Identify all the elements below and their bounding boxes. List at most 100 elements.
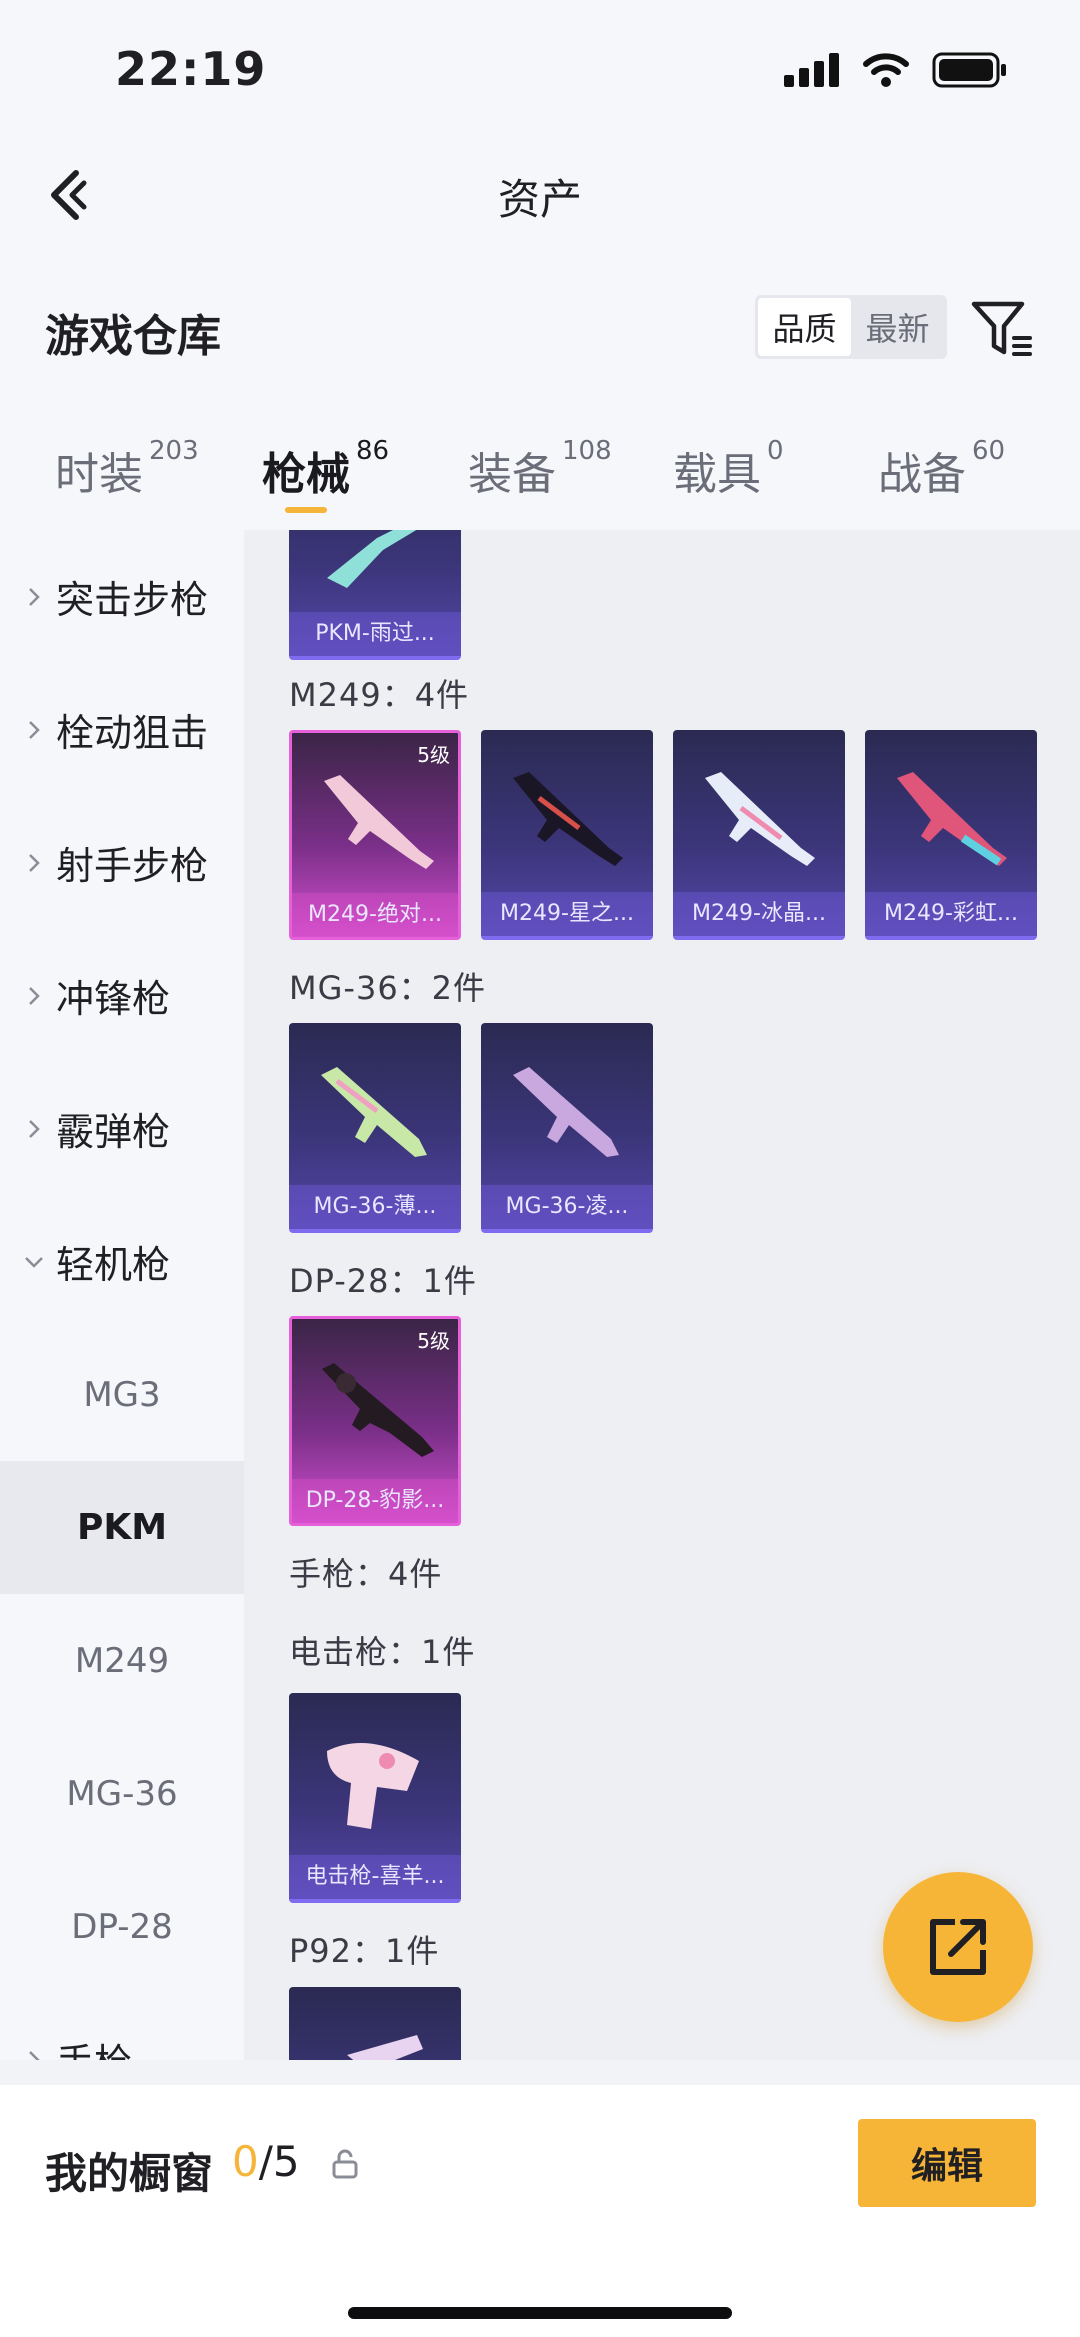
weapon-card-name: M249-冰晶...: [673, 892, 845, 936]
filter-button[interactable]: [970, 298, 1036, 360]
active-tab-indicator: [285, 507, 327, 513]
tab-label: 枪械: [262, 449, 350, 500]
share-icon: [930, 1919, 986, 1975]
warehouse-row: 游戏仓库 品质 最新: [0, 250, 1080, 400]
gun-image: [327, 530, 417, 588]
wifi-icon: [863, 53, 909, 87]
gun-image: [327, 1743, 419, 1829]
sidebar-item-bolt-sniper[interactable]: 栓动狙击: [0, 663, 244, 796]
weapon-category-sidebar: 突击步枪 栓动狙击 射手步枪 冲锋枪 霰弹枪 轻机枪 MG3 PKM M249 …: [0, 530, 244, 2060]
sidebar-subitem-dp28[interactable]: DP-28: [0, 1860, 244, 1993]
tab-firearms[interactable]: 枪械 86: [262, 436, 390, 502]
tab-fashion[interactable]: 时装 203: [55, 436, 199, 502]
tab-count: 203: [149, 436, 199, 466]
chevron-right-icon: [29, 587, 40, 606]
status-time: 22:19: [115, 42, 267, 96]
chevron-right-icon: [29, 720, 40, 739]
weapon-card-name: DP-28-豹影...: [292, 1479, 458, 1523]
section-title: 电击枪：1件: [289, 1633, 476, 1671]
header: 资产: [0, 140, 1080, 250]
weapon-card-name: 电击枪-喜羊...: [289, 1855, 461, 1899]
page-title: 资产: [497, 175, 582, 224]
chevron-right-icon: [29, 2050, 40, 2060]
weapon-card[interactable]: 5级 DP-28-豹影...: [289, 1316, 461, 1526]
section-title: 手枪：4件: [289, 1555, 443, 1593]
sort-quality-button[interactable]: 品质: [758, 298, 851, 356]
showcase-count: 0/5: [232, 2137, 300, 2186]
tab-count: 108: [562, 436, 612, 466]
showcase-total: /5: [258, 2137, 300, 2186]
sidebar-item-label: 射手步枪: [56, 844, 209, 888]
weapon-card-name: M249-绝对...: [292, 893, 458, 937]
weapon-grid: PKM-雨过... M249：4件 5级 M249-绝对... M249-星之.…: [244, 530, 1080, 2060]
weapon-card[interactable]: M249-冰晶...: [673, 730, 845, 940]
bottom-bar: 我的橱窗 0/5 编辑: [0, 2085, 1080, 2337]
weapon-card-name: PKM-雨过...: [289, 612, 461, 656]
showcase-label: 我的橱窗: [45, 2149, 214, 2198]
sidebar-item-smg[interactable]: 冲锋枪: [0, 929, 244, 1062]
status-icons: [784, 52, 1008, 88]
sidebar-item-lmg[interactable]: 轻机枪: [0, 1195, 244, 1328]
status-bar: 22:19: [0, 0, 1080, 140]
weapon-card[interactable]: 5级 M249-绝对...: [289, 730, 461, 940]
tab-label: 装备: [468, 449, 556, 500]
sidebar-item-shotgun[interactable]: 霰弹枪: [0, 1062, 244, 1195]
sidebar-item-pistol[interactable]: 手枪: [0, 1993, 244, 2060]
sidebar-subitem-pkm[interactable]: PKM: [0, 1461, 244, 1594]
sidebar-subitem-mg3[interactable]: MG3: [0, 1328, 244, 1461]
sidebar-item-label: 栓动狙击: [56, 711, 209, 755]
home-indicator[interactable]: [348, 2307, 732, 2319]
gun-image: [897, 772, 1007, 866]
sidebar-item-label: 手枪: [56, 2032, 132, 2060]
chevron-right-icon: [29, 1119, 40, 1138]
filter-icon: [971, 301, 1032, 356]
weapon-card[interactable]: M249-星之...: [481, 730, 653, 940]
battery-icon: [932, 52, 1006, 88]
chevron-right-icon: [29, 853, 40, 872]
share-button[interactable]: [883, 1872, 1033, 2022]
lock-icon: [332, 2149, 358, 2179]
weapon-card[interactable]: PKM-雨过...: [289, 530, 461, 660]
gun-image: [347, 2035, 423, 2060]
gun-image: [322, 1363, 434, 1457]
tab-label: 时装: [55, 449, 143, 500]
sidebar-item-marksman-rifle[interactable]: 射手步枪: [0, 796, 244, 929]
section-title: DP-28：1件: [289, 1262, 477, 1300]
tab-label: 载具: [673, 449, 761, 500]
tab-equipment[interactable]: 装备 108: [468, 436, 612, 502]
tab-label: 战备: [878, 449, 966, 500]
sidebar-subitem-m249[interactable]: M249: [0, 1594, 244, 1727]
sidebar-item-label: 冲锋枪: [56, 977, 171, 1021]
weapon-card-name: M249-彩虹...: [865, 892, 1037, 936]
sort-toggle: 品质 最新: [755, 295, 947, 359]
gun-image: [513, 1067, 619, 1157]
edit-button[interactable]: 编辑: [858, 2119, 1036, 2207]
sidebar-subitem-mg36[interactable]: MG-36: [0, 1727, 244, 1860]
tab-count: 0: [767, 436, 784, 466]
chevron-right-icon: [29, 986, 40, 1005]
category-tabs: 时装 203 枪械 86 装备 108 载具 0 战备 60: [0, 400, 1080, 530]
gun-image: [324, 775, 434, 869]
tab-count: 60: [972, 436, 1006, 466]
weapon-card[interactable]: M249-彩虹...: [865, 730, 1037, 940]
gun-image: [513, 772, 623, 866]
tab-vehicles[interactable]: 载具 0: [673, 436, 784, 502]
gun-image: [321, 1067, 427, 1157]
weapon-card[interactable]: 电击枪-喜羊...: [289, 1693, 461, 1903]
signal-icon: [784, 53, 839, 87]
weapon-card[interactable]: [289, 1987, 461, 2060]
sidebar-item-label: 轻机枪: [56, 1243, 171, 1287]
chevron-down-icon: [25, 1256, 43, 1268]
tab-count: 86: [356, 436, 390, 466]
section-title: M249：4件: [289, 676, 470, 714]
showcase-current: 0: [232, 2137, 259, 2186]
weapon-card-name: MG-36-凌...: [481, 1185, 653, 1229]
gun-image: [705, 772, 815, 866]
sidebar-item-assault-rifle[interactable]: 突击步枪: [0, 530, 244, 663]
weapon-card[interactable]: MG-36-薄...: [289, 1023, 461, 1233]
tab-combat-gear[interactable]: 战备 60: [878, 436, 1006, 502]
sort-latest-button[interactable]: 最新: [851, 298, 944, 356]
weapon-card-name: M249-星之...: [481, 892, 653, 936]
weapon-card[interactable]: MG-36-凌...: [481, 1023, 653, 1233]
section-title: P92：1件: [289, 1932, 440, 1970]
